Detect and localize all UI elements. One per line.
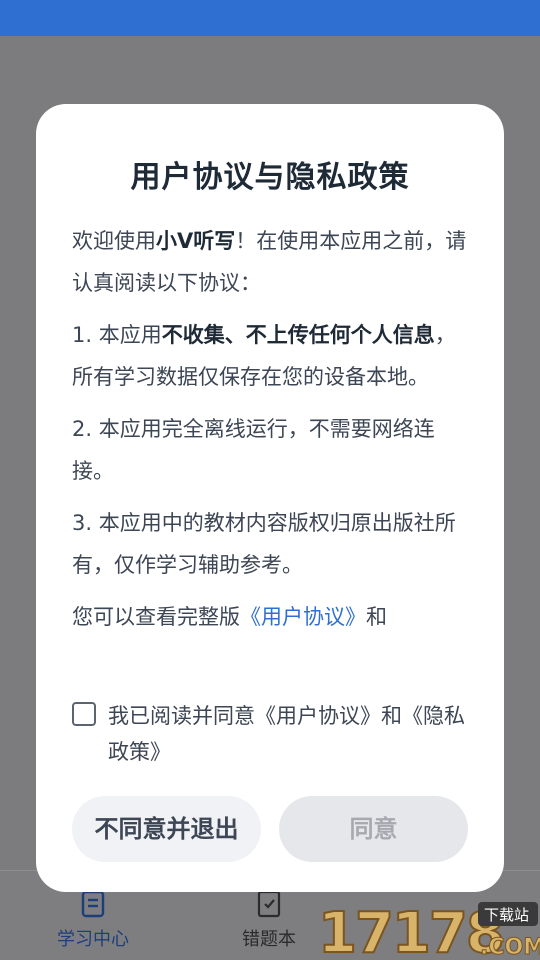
user-agreement-link[interactable]: 《用户协议》 [240,605,366,629]
policy-item-2: 2. 本应用完全离线运行，不需要网络连接。 [72,417,435,483]
notebook-icon [257,890,281,918]
watermark-suffix: .COM [480,935,540,960]
more-prefix: 您可以查看完整版 [72,605,240,629]
agreement-checkbox[interactable] [72,702,96,726]
decline-and-exit-button[interactable]: 不同意并退出 [72,796,261,862]
dialog-title: 用户协议与隐私政策 [130,160,410,195]
nav-label-study-center: 学习中心 [57,929,129,950]
app-name: 小V听写 [156,229,236,253]
intro-text-1: 欢迎使用 [72,229,156,253]
agreement-checkbox-label[interactable]: 我已阅读并同意《用户协议》和《隐私政策》 [108,698,472,770]
item1-bold: 不收集、不上传任何个人信息 [161,323,435,347]
agreement-checkbox-row[interactable]: 我已阅读并同意《用户协议》和《隐私政策》 [72,698,472,778]
intro-paragraph: 欢迎使用小V听写！在使用本应用之前，请认真阅读以下协议： [72,220,472,304]
document-icon [81,890,105,918]
nav-item-error-book[interactable]: 错题本 [209,889,329,951]
more-suffix: 和 [366,605,387,629]
policy-item-1: 1. 本应用不收集、不上传任何个人信息，所有学习数据仅保存在您的设备本地。 [72,314,472,398]
nav-label-error-book: 错题本 [242,929,296,950]
policy-item-3: 3. 本应用中的教材内容版权归原出版社所有，仅作学习辅助参考。 [72,511,456,577]
status-bar [0,0,540,36]
nav-item-study-center[interactable]: 学习中心 [33,889,153,951]
privacy-dialog: 用户协议与隐私政策 欢迎使用小V听写！在使用本应用之前，请认真阅读以下协议： 1… [36,104,504,892]
dialog-scroll-content[interactable]: 欢迎使用小V听写！在使用本应用之前，请认真阅读以下协议： 1. 本应用不收集、不… [72,220,472,668]
scroll-fade [72,628,472,668]
watermark-number: 17178 [318,901,503,960]
agree-button[interactable]: 同意 [279,796,468,862]
watermark-tag: 下载站 [484,906,529,924]
item1-prefix: 1. 本应用 [72,323,162,347]
site-watermark-logo: 17178 下载站 .COM [318,900,540,960]
